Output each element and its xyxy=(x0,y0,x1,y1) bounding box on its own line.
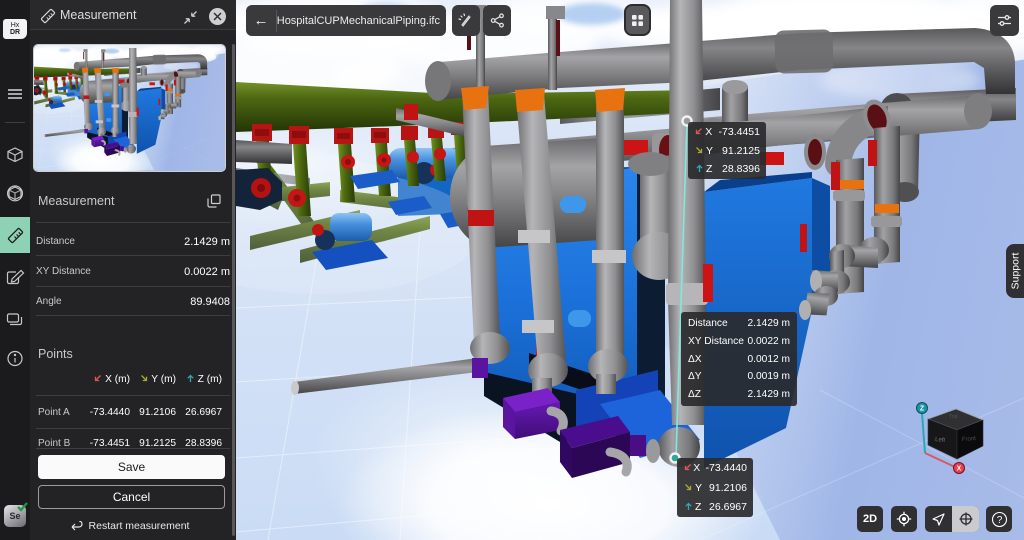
svg-text:Left: Left xyxy=(935,437,946,444)
svg-text:Top: Top xyxy=(949,414,958,420)
svg-text:X: X xyxy=(957,466,962,473)
svg-text:?: ? xyxy=(996,515,1002,526)
svg-text:Front: Front xyxy=(962,436,977,443)
svg-text:Z: Z xyxy=(920,406,925,413)
